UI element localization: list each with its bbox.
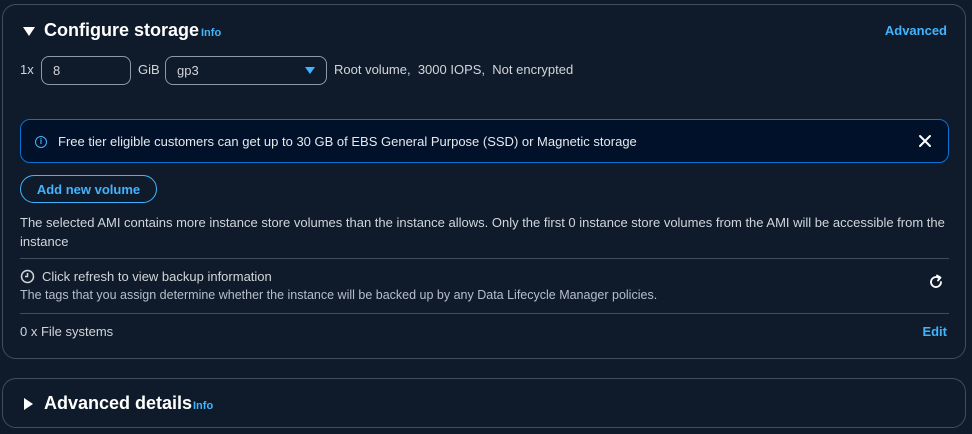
ami-notice: The selected AMI contains more instance … [20,215,945,249]
volume-root-text: Root volume, [334,62,411,77]
backup-description: The tags that you assign determine wheth… [20,288,658,302]
info-link[interactable]: Info [193,400,213,412]
volume-count-label: 1x [20,62,34,77]
alert-message: Free tier eligible customers can get up … [58,134,637,149]
volume-encryption-text: Not encrypted [492,62,574,77]
info-link[interactable]: Info [201,27,221,39]
close-icon[interactable] [915,131,935,151]
caret-down-icon[interactable] [23,27,35,36]
section-title[interactable]: Configure storage [44,20,199,41]
select-arrow-icon [305,67,315,74]
volume-type-select[interactable]: gp3 [165,56,327,85]
advanced-link[interactable]: Advanced [885,23,947,38]
edit-file-systems-link[interactable]: Edit [922,324,947,339]
backup-title: Click refresh to view backup information [42,269,272,284]
divider [20,258,949,259]
advanced-details-title[interactable]: Advanced details [44,393,192,414]
volume-description: Root volume, 3000 IOPS, Not encrypted [334,62,573,77]
info-circle-icon: i [35,136,47,148]
divider [20,313,949,314]
free-tier-alert: i Free tier eligible customers can get u… [20,119,949,163]
configure-storage-panel: Configure storage Info Advanced 1x 8 GiB… [2,4,966,359]
volume-size-value: 8 [53,63,61,78]
refresh-icon[interactable] [927,273,945,291]
advanced-details-panel: Advanced details Info [2,378,966,428]
clock-icon [20,269,35,284]
caret-right-icon[interactable] [24,398,33,410]
file-systems-label: 0 x File systems [20,324,114,339]
volume-type-value: gp3 [177,63,199,78]
add-new-volume-button[interactable]: Add new volume [20,175,157,203]
volume-iops-text: 3000 IOPS, [417,62,486,77]
volume-unit-label: GiB [138,62,160,77]
volume-size-input[interactable]: 8 [41,56,131,85]
